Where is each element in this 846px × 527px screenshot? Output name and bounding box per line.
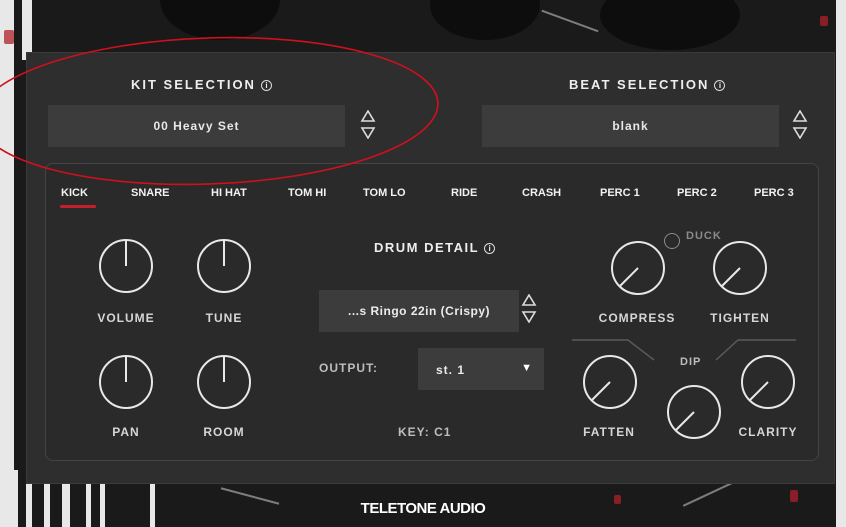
beat-arrows [792,110,808,139]
beat-selection-box[interactable]: blank [482,105,779,147]
fatten-label: FATTEN [583,425,635,439]
info-icon[interactable]: i [484,243,496,254]
arrow-down-icon[interactable] [792,126,808,139]
compress-label: COMPRESS [598,311,676,325]
active-tab-indicator [60,205,96,208]
arrow-up-icon[interactable] [521,294,537,307]
output-label: OUTPUT: [319,361,378,375]
tab-perc-3[interactable]: PERC 3 [754,187,794,199]
tune-knob[interactable] [196,238,252,294]
tab-kick[interactable]: KICK [61,187,88,199]
arrow-up-icon[interactable] [360,110,376,123]
drum-detail-title: DRUM DETAIL i [374,240,496,255]
tighten-label: TIGHTEN [710,311,770,325]
brand-logo: TELETONE AUDIO [360,500,486,517]
tab-snare[interactable]: SNARE [131,187,170,199]
drum-selection-box[interactable]: ...s Ringo 22in (Crispy) [319,290,519,332]
dip-knob[interactable] [666,384,722,440]
kit-arrows [360,110,376,139]
arrow-down-icon[interactable] [360,126,376,139]
room-label: ROOM [203,425,245,439]
drum-arrows [521,294,537,323]
tune-label: TUNE [205,311,243,325]
tab-hi-hat[interactable]: HI HAT [211,187,247,199]
dip-label: DIP [680,356,702,368]
tab-perc-1[interactable]: PERC 1 [600,187,640,199]
clarity-label: CLARITY [738,425,798,439]
arrow-down-icon[interactable] [521,310,537,323]
arrow-up-icon[interactable] [792,110,808,123]
volume-knob[interactable] [98,238,154,294]
caret-down-icon: ▼ [521,362,532,374]
info-icon[interactable]: i [260,80,272,91]
volume-label: VOLUME [97,311,155,325]
info-icon[interactable]: i [714,80,726,91]
duck-toggle[interactable] [664,233,680,249]
pan-knob[interactable] [98,354,154,410]
output-select[interactable]: st. 1 ▼ [418,348,544,390]
tighten-knob[interactable] [712,240,768,296]
tab-ride[interactable]: RIDE [451,187,477,199]
room-knob[interactable] [196,354,252,410]
compress-knob[interactable] [610,240,666,296]
tab-tom-hi[interactable]: TOM HI [288,187,326,199]
tab-crash[interactable]: CRASH [522,187,561,199]
pan-label: PAN [112,425,140,439]
clarity-knob[interactable] [740,354,796,410]
output-value: st. 1 [436,363,466,377]
beat-selection-title: BEAT SELECTION i [569,77,726,92]
tab-perc-2[interactable]: PERC 2 [677,187,717,199]
fatten-knob[interactable] [582,354,638,410]
kit-selection-box[interactable]: 00 Heavy Set [48,105,345,147]
kit-selection-title: KIT SELECTION i [131,77,272,92]
key-label: KEY: C1 [398,425,452,439]
tab-tom-lo[interactable]: TOM LO [363,187,406,199]
